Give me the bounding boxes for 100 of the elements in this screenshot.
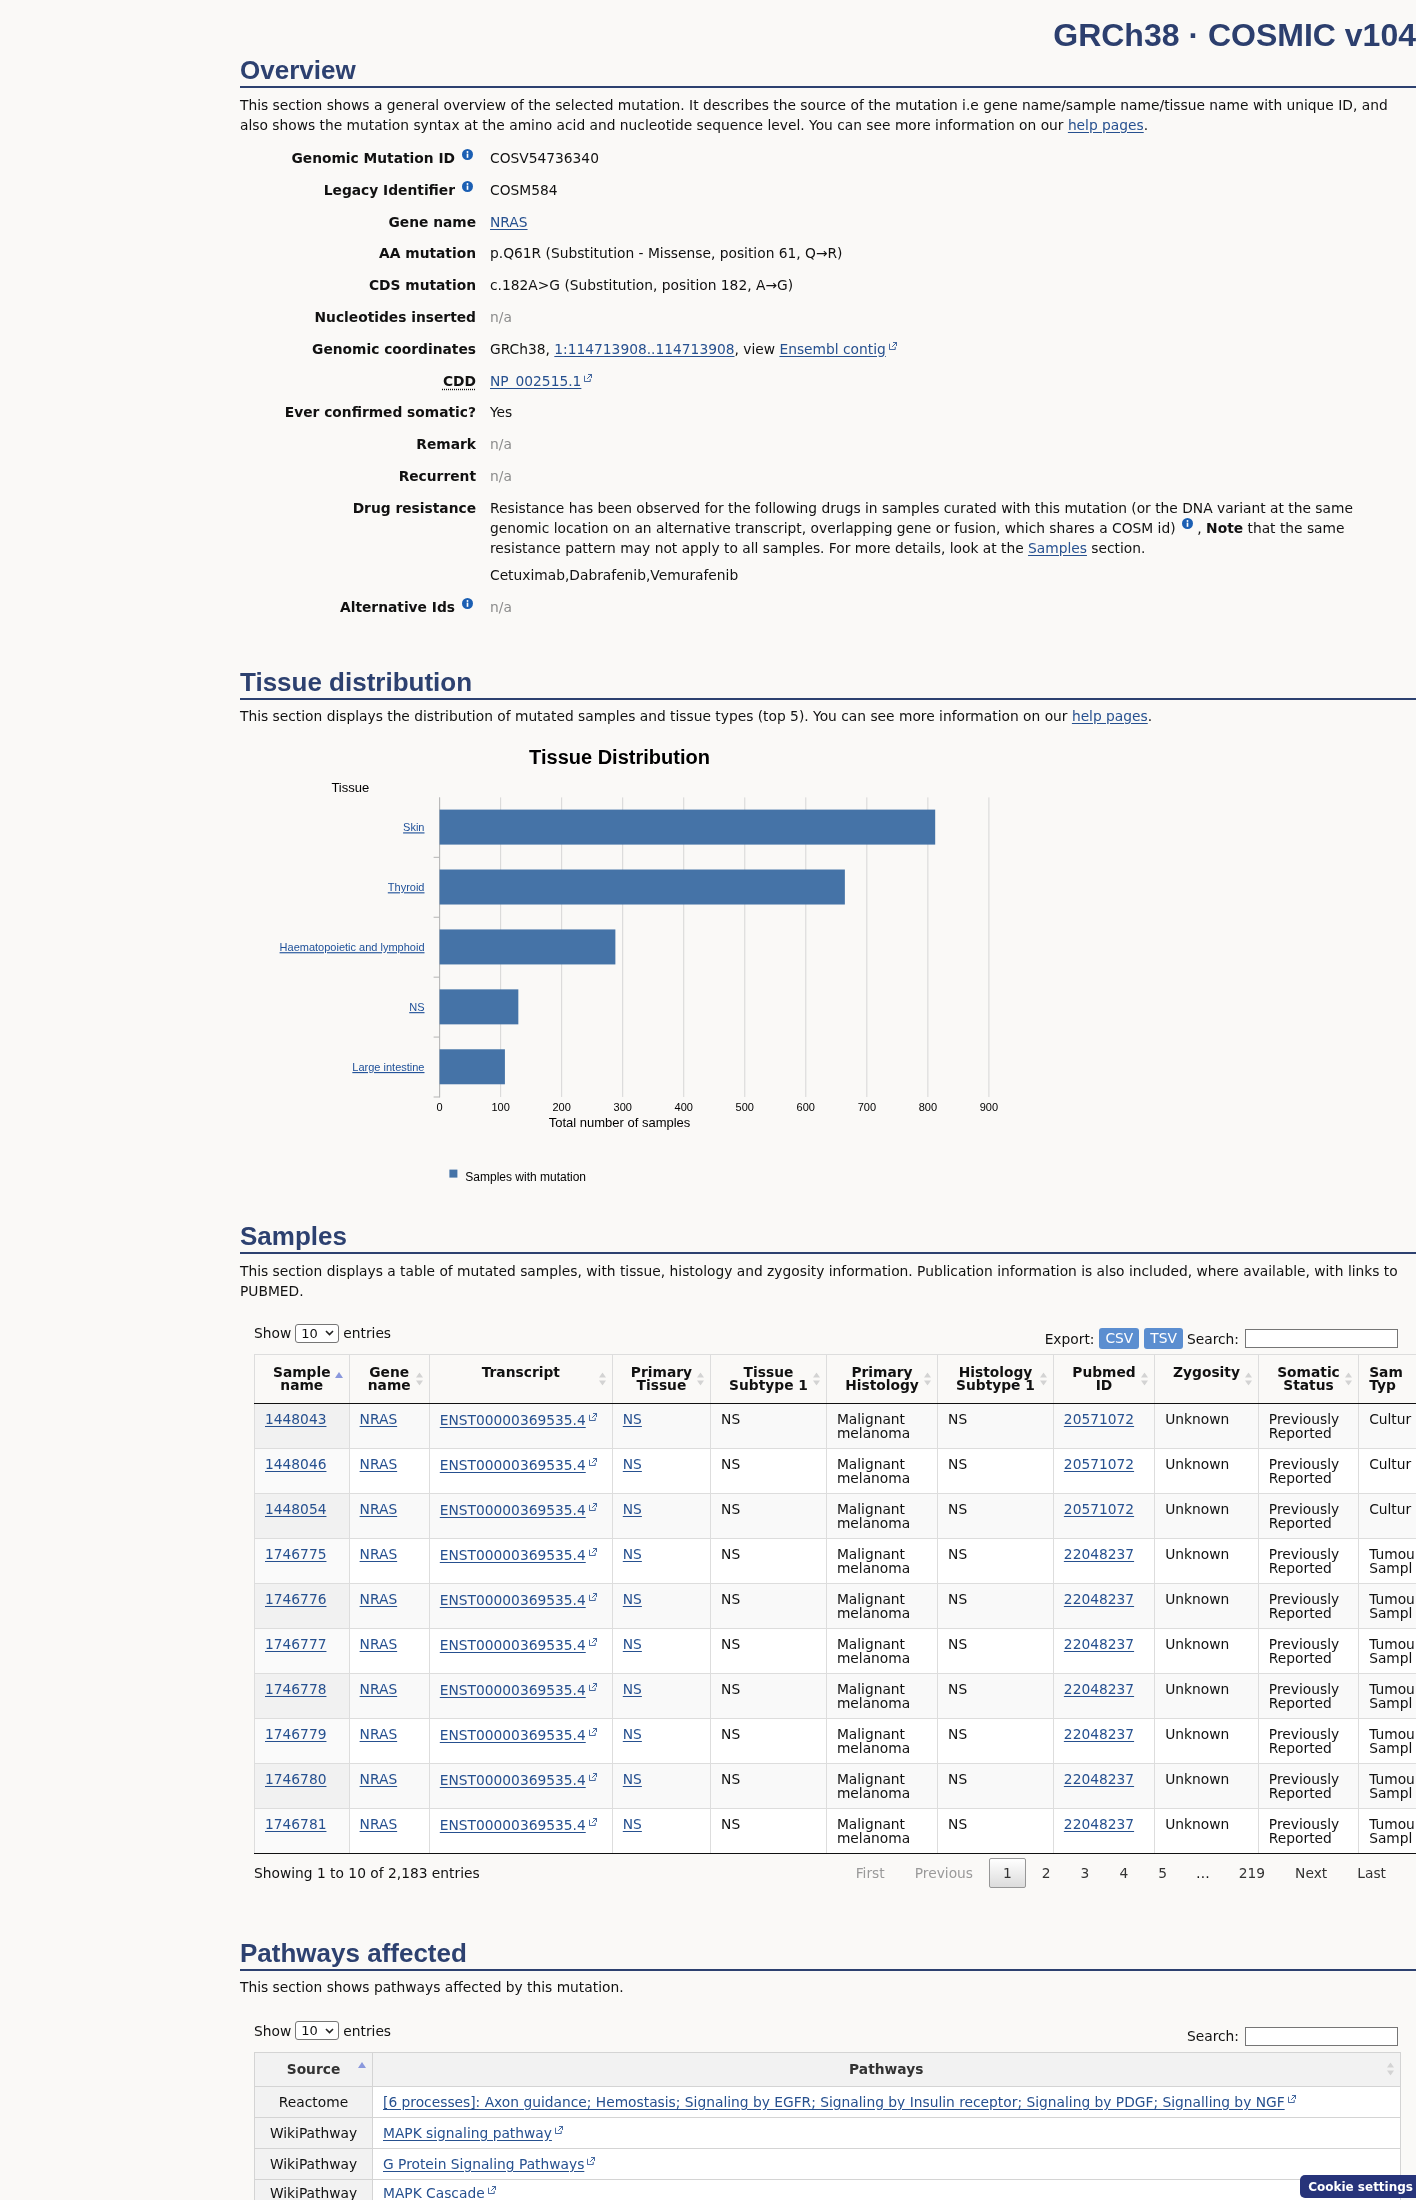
link[interactable]: NS — [622, 1816, 642, 1833]
link[interactable]: NS — [622, 1501, 642, 1518]
link[interactable]: NS — [622, 1726, 642, 1743]
external-link[interactable]: ENST00000369535.4 — [439, 1592, 586, 1609]
info-icon[interactable] — [462, 180, 473, 192]
info-icon[interactable] — [462, 597, 473, 609]
external-link[interactable]: Ensembl contig — [779, 340, 886, 357]
column-header[interactable]: Histology Subtype 1 — [937, 1354, 1054, 1404]
page-size-select[interactable]: 10 — [295, 1323, 340, 1343]
link[interactable]: help pages — [1067, 117, 1144, 133]
link[interactable]: 22048237 — [1063, 1591, 1135, 1608]
tissue-link[interactable]: Haematopoietic and lymphoid — [279, 941, 425, 954]
link[interactable]: NRAS — [359, 1591, 398, 1608]
link[interactable]: Samples — [1028, 539, 1087, 556]
link[interactable]: NRAS — [359, 1546, 398, 1563]
external-link[interactable]: [6 processes]: Axon guidance; Hemostasis; Signaling by EGFR; Signaling by Insulin receptor; Signaling by PDGF; Signalling by NGF — [383, 2093, 1285, 2110]
column-header[interactable]: Primary Tissue — [612, 1354, 711, 1404]
external-link[interactable]: ENST00000369535.4 — [439, 1502, 586, 1519]
page-button[interactable]: 2 — [1027, 1858, 1065, 1889]
link[interactable]: 22048237 — [1063, 1546, 1135, 1563]
column-header[interactable]: Zygosity — [1154, 1354, 1259, 1404]
external-link[interactable]: ENST00000369535.4 — [439, 1637, 586, 1654]
link[interactable]: NRAS — [359, 1636, 398, 1653]
external-link[interactable]: ENST00000369535.4 — [439, 1412, 586, 1429]
cookie-settings-button[interactable]: Cookie settings — [1300, 2175, 1416, 2198]
search-field[interactable] — [1245, 2027, 1398, 2046]
column-header[interactable]: Source — [254, 2052, 373, 2087]
external-link[interactable]: ENST00000369535.4 — [439, 1682, 586, 1699]
table-cell: Malignant melanoma — [826, 1448, 938, 1494]
export-label: Export: — [1044, 1329, 1095, 1349]
external-link[interactable]: ENST00000369535.4 — [439, 1772, 586, 1789]
column-header[interactable]: Pathways — [372, 2052, 1400, 2087]
tissue-link[interactable]: NS — [409, 1001, 425, 1014]
link[interactable]: 22048237 — [1063, 1771, 1135, 1788]
link[interactable]: 22048237 — [1063, 1816, 1135, 1833]
column-header[interactable]: Sample name — [254, 1354, 350, 1404]
link[interactable]: NRAS — [359, 1456, 398, 1473]
tissue-link[interactable]: Large intestine — [352, 1061, 425, 1073]
search-field[interactable] — [1245, 1329, 1398, 1349]
link[interactable]: NRAS — [359, 1681, 398, 1698]
page-button[interactable]: Last — [1343, 1858, 1400, 1889]
table-cell: Previously Reported — [1258, 1808, 1359, 1854]
link[interactable]: NS — [622, 1681, 642, 1698]
link[interactable]: NRAS — [359, 1726, 398, 1743]
link[interactable]: 20571072 — [1063, 1456, 1135, 1473]
link[interactable]: NS — [622, 1591, 642, 1608]
link[interactable]: NRAS — [490, 213, 528, 230]
link[interactable]: NS — [622, 1636, 642, 1653]
link[interactable]: 22048237 — [1063, 1726, 1135, 1743]
link[interactable]: 20571072 — [1063, 1501, 1135, 1518]
link[interactable]: NRAS — [359, 1501, 398, 1518]
field-value: n/a — [490, 308, 513, 327]
page-button[interactable]: 5 — [1144, 1858, 1181, 1889]
table-cell: Cultur — [1358, 1448, 1416, 1494]
external-link[interactable]: G Protein Signaling Pathways — [383, 2155, 585, 2172]
column-header[interactable]: Pubmed ID — [1053, 1354, 1155, 1404]
external-link[interactable]: ENST00000369535.4 — [439, 1457, 586, 1474]
column-header[interactable]: Sam Typ — [1358, 1354, 1416, 1404]
page-size-select[interactable]: 10 — [295, 2021, 340, 2041]
page-button[interactable]: 3 — [1066, 1858, 1104, 1889]
page-button[interactable]: Next — [1281, 1858, 1342, 1889]
link[interactable]: NRAS — [359, 1771, 398, 1788]
link[interactable]: 22048237 — [1063, 1636, 1135, 1653]
page-button[interactable]: 219 — [1224, 1858, 1280, 1889]
info-icon[interactable] — [462, 149, 473, 160]
search-label: Search: — [1186, 2027, 1239, 2047]
tissue-link[interactable]: Thyroid — [387, 881, 425, 894]
external-link-icon — [588, 1773, 597, 1782]
column-header[interactable]: Tissue Subtype 1 — [710, 1354, 827, 1404]
table-cell: Malignant melanoma — [826, 1583, 938, 1629]
external-link[interactable]: ENST00000369535.4 — [439, 1727, 586, 1744]
external-link[interactable]: MAPK Cascade — [383, 2184, 485, 2200]
column-header[interactable]: Transcript — [429, 1354, 613, 1404]
external-link-icon — [888, 341, 897, 350]
external-link[interactable]: NP_002515.1 — [490, 372, 582, 389]
link[interactable]: NRAS — [359, 1816, 398, 1833]
link[interactable]: 1:114713908..114713908 — [554, 340, 735, 357]
column-header[interactable]: Gene name — [349, 1354, 430, 1404]
link[interactable]: NRAS — [359, 1411, 398, 1428]
external-link[interactable]: MAPK signaling pathway — [383, 2124, 552, 2141]
external-link[interactable]: ENST00000369535.4 — [439, 1547, 586, 1564]
tissue-link[interactable]: Skin — [403, 821, 425, 834]
column-header[interactable]: Somatic Status — [1258, 1354, 1359, 1404]
field-label: Ever confirmed somatic? — [284, 403, 476, 423]
page-button[interactable]: 4 — [1105, 1858, 1143, 1889]
link[interactable]: 20571072 — [1063, 1411, 1135, 1428]
table-cell: Cultur — [1358, 1403, 1416, 1449]
table-cell: NS — [937, 1718, 1054, 1764]
link[interactable]: NS — [622, 1411, 642, 1428]
table-cell: Previously Reported — [1258, 1673, 1359, 1719]
link[interactable]: NS — [622, 1771, 642, 1788]
link[interactable]: help pages — [1071, 707, 1148, 724]
external-link[interactable]: ENST00000369535.4 — [439, 1817, 586, 1834]
page-button[interactable]: 1 — [989, 1858, 1026, 1889]
link[interactable]: 22048237 — [1063, 1681, 1135, 1698]
link[interactable]: NS — [622, 1456, 642, 1473]
field-label: Alternative Ids — [340, 597, 455, 617]
link[interactable]: NS — [622, 1546, 642, 1563]
column-header[interactable]: Primary Histology — [826, 1354, 938, 1404]
info-icon[interactable] — [1181, 517, 1193, 529]
